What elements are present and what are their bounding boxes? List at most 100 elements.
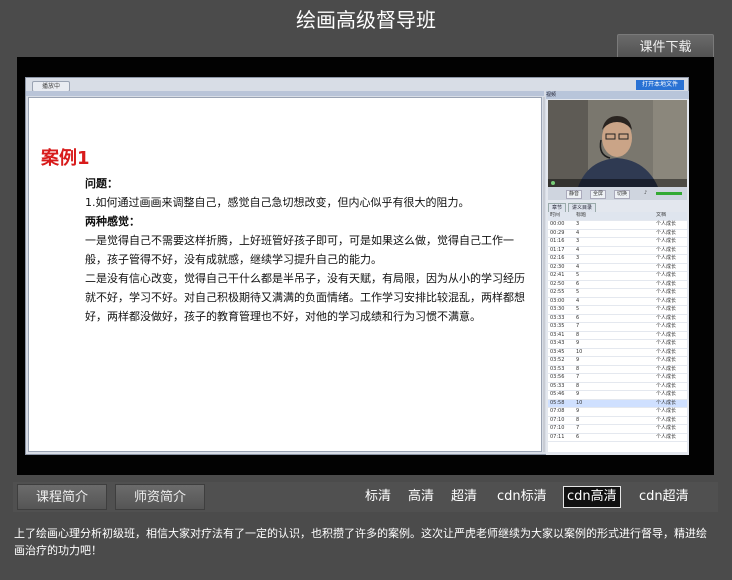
row-doc: 个人成长: [656, 314, 677, 321]
table-row[interactable]: 03:56 7 个人成长: [548, 374, 687, 383]
table-row[interactable]: 01:16 3 个人成长: [548, 238, 687, 247]
table-row[interactable]: 05:46 9 个人成长: [548, 391, 687, 400]
table-row[interactable]: 03:35 7 个人成长: [548, 323, 687, 332]
row-doc: 个人成长: [656, 408, 677, 414]
slide-scrollbar[interactable]: [543, 97, 545, 452]
row-title: 10: [576, 399, 583, 406]
row-title: 3: [576, 255, 580, 261]
mute-button[interactable]: 静音: [566, 190, 583, 199]
row-doc: 个人成长: [656, 229, 677, 236]
quality-cdn-hd[interactable]: cdn高清: [563, 486, 621, 508]
row-title: 8: [576, 365, 580, 372]
tab-course-intro[interactable]: 课程简介: [17, 484, 107, 510]
table-row[interactable]: 03:41 8 个人成长: [548, 331, 687, 340]
row-title: 9: [576, 391, 580, 397]
table-row[interactable]: 02:30 4 个人成长: [548, 263, 687, 272]
row-title: 6: [576, 280, 580, 287]
row-time: 05:33: [550, 382, 565, 389]
row-title: 8: [576, 331, 580, 338]
table-row[interactable]: 01:17 4 个人成长: [548, 246, 687, 255]
table-row[interactable]: 03:33 6 个人成长: [548, 314, 687, 323]
row-time: 03:56: [550, 374, 565, 380]
row-doc: 个人成长: [656, 289, 677, 295]
table-row[interactable]: 03:00 4 个人成长: [548, 297, 687, 306]
tab-teacher-intro[interactable]: 师资简介: [115, 484, 205, 510]
table-row[interactable]: 07:10 8 个人成长: [548, 416, 687, 425]
fullscreen-button[interactable]: 全屏: [590, 190, 607, 199]
quality-cdn-sd[interactable]: cdn标清: [497, 487, 547, 507]
course-description: 上了绘画心理分析初级班，相信大家对疗法有了一定的认识，也积攒了许多的案例。这次让…: [14, 527, 707, 557]
slide-body: 问题： 1.如何通过画画来调整自己，感觉自己急切想改变，但内心似乎有很大的阻力。…: [85, 174, 525, 326]
row-title: 6: [576, 433, 580, 440]
row-time: 03:35: [550, 323, 565, 329]
volume-slider[interactable]: [656, 192, 682, 195]
row-title: 4: [576, 246, 580, 253]
table-row[interactable]: 02:41 5 个人成长: [548, 272, 687, 281]
paragraph-two: 二是没有信心改变，觉得自己干什么都是半吊子，没有天赋，有局限，因为从小的学习经历…: [85, 272, 525, 323]
row-doc: 个人成长: [656, 348, 677, 355]
row-doc: 个人成长: [656, 365, 677, 372]
table-row[interactable]: 02:50 6 个人成长: [548, 280, 687, 289]
row-doc: 个人成长: [656, 306, 677, 312]
table-row[interactable]: 05:58 10 个人成长: [548, 399, 687, 408]
table-row[interactable]: 07:11 6 个人成长: [548, 433, 687, 442]
row-time: 01:16: [550, 238, 565, 244]
row-time: 07:10: [550, 425, 565, 431]
row-doc: 个人成长: [656, 280, 677, 287]
toolbar-strip: [26, 91, 544, 96]
volume-icon: ♪: [644, 190, 648, 196]
table-body: 00:00 3 个人成长 00:29 4 个人成长 01:16 3 个人成长 01:17 4 个人成长…: [548, 221, 687, 442]
row-doc: 个人成长: [656, 238, 677, 244]
col-doc: 文档: [656, 212, 667, 218]
row-time: 03:41: [550, 331, 565, 338]
row-title: 4: [576, 297, 580, 304]
col-time: 时间: [550, 212, 561, 218]
row-title: 9: [576, 340, 580, 346]
switch-button[interactable]: 切换: [614, 190, 631, 199]
quality-sd[interactable]: 标清: [365, 487, 391, 507]
table-row[interactable]: 03:53 8 个人成长: [548, 365, 687, 374]
row-time: 02:16: [550, 255, 565, 261]
row-title: 10: [576, 348, 583, 355]
table-row[interactable]: 07:08 9 个人成长: [548, 408, 687, 417]
row-doc: 个人成长: [656, 272, 677, 278]
row-time: 03:53: [550, 365, 565, 372]
quality-hd[interactable]: 高清: [408, 487, 434, 507]
shared-screen: 播放中 打开本地文件 案例1 问题： 1.如何通过画画来调整自己，感觉自己急切想…: [25, 77, 689, 455]
bottom-bar: 课程简介 师资简介 标清 高清 超清 cdn标清 cdn高清 cdn超清: [13, 482, 718, 512]
row-doc: 个人成长: [656, 357, 677, 363]
row-title: 5: [576, 272, 580, 278]
table-row[interactable]: 00:00 3 个人成长: [548, 221, 687, 230]
table-row[interactable]: 05:33 8 个人成长: [548, 382, 687, 391]
table-row[interactable]: 07:10 7 个人成长: [548, 425, 687, 434]
table-row[interactable]: 03:30 5 个人成长: [548, 306, 687, 315]
video-controls: 静音 全屏 切换 ♪: [548, 187, 687, 200]
table-row[interactable]: 03:52 9 个人成长: [548, 357, 687, 366]
row-doc: 个人成长: [656, 416, 677, 423]
quality-cdn-uhd[interactable]: cdn超清: [639, 487, 689, 507]
video-player[interactable]: 播放中 打开本地文件 案例1 问题： 1.如何通过画画来调整自己，感觉自己急切想…: [17, 57, 714, 475]
row-title: 5: [576, 306, 580, 312]
row-title: 7: [576, 374, 580, 380]
presenter-image: [548, 100, 687, 187]
open-local-file-button[interactable]: 打开本地文件: [636, 80, 684, 90]
table-row[interactable]: 02:16 3 个人成长: [548, 255, 687, 264]
table-row[interactable]: 03:43 9 个人成长: [548, 340, 687, 349]
quality-uhd[interactable]: 超清: [451, 487, 477, 507]
table-row[interactable]: 02:55 5 个人成长: [548, 289, 687, 298]
row-doc: 个人成长: [656, 297, 677, 304]
row-doc: 个人成长: [656, 374, 677, 380]
table-row[interactable]: 00:29 4 个人成长: [548, 229, 687, 238]
row-time: 07:10: [550, 416, 565, 423]
row-doc: 个人成长: [656, 246, 677, 253]
row-time: 02:50: [550, 280, 565, 287]
side-panel: 视频 静音 全屏 切换 ♪ 章节 讲义目录 时间 标题 文档 00:00 3 个…: [546, 91, 689, 455]
row-time: 03:45: [550, 348, 565, 355]
table-row[interactable]: 03:45 10 个人成长: [548, 348, 687, 357]
row-time: 03:33: [550, 314, 565, 321]
row-time: 07:08: [550, 408, 565, 414]
row-doc: 个人成长: [656, 382, 677, 389]
side-panel-title: 视频: [546, 91, 689, 99]
row-doc: 个人成长: [656, 263, 677, 270]
row-title: 6: [576, 314, 580, 321]
